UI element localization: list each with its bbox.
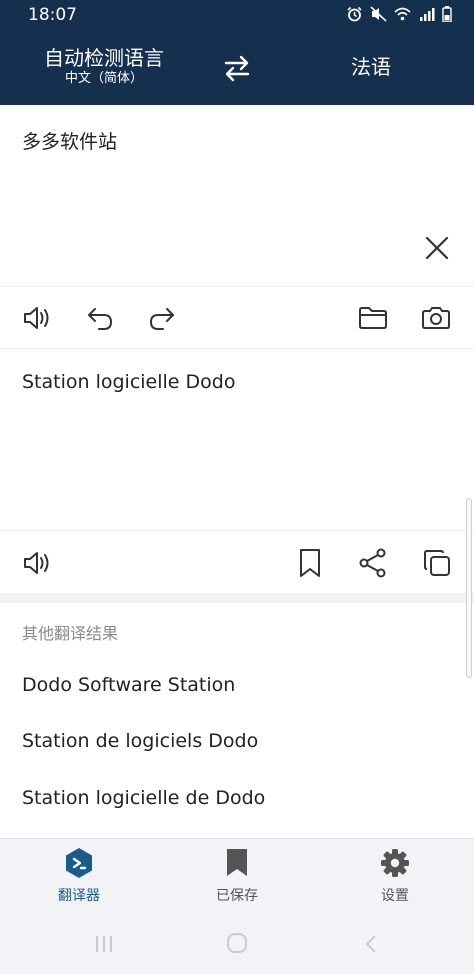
source-text-area[interactable]: 多多软件站 (0, 105, 474, 286)
section-divider (0, 593, 474, 603)
mute-icon (370, 6, 387, 22)
back-button[interactable] (360, 933, 382, 959)
swap-languages-button[interactable] (222, 54, 252, 82)
translation-toolbar (0, 530, 474, 593)
nav-translator-label: 翻译器 (58, 888, 100, 904)
recents-button[interactable] (93, 933, 115, 959)
scrollbar[interactable] (466, 498, 472, 678)
camera-translate-button[interactable] (420, 302, 452, 334)
translation-text: Station logicielle Dodo (22, 371, 236, 393)
language-header: 自动检测语言 中文（简体） 法语 (0, 32, 474, 105)
recents-icon (96, 936, 112, 952)
bottom-navigation: 翻译器 已保存 设置 (0, 838, 474, 916)
status-time: 18:07 (28, 5, 77, 25)
copy-icon (424, 550, 450, 576)
folder-icon (359, 307, 387, 329)
alternative-translation-item[interactable]: Dodo Software Station (22, 674, 235, 696)
alternatives-header: 其他翻译结果 (22, 624, 119, 643)
system-navigation-bar (0, 916, 474, 974)
detected-language-label: 中文（简体） (64, 71, 143, 86)
alarm-icon (346, 6, 363, 22)
copy-translation-button[interactable] (421, 547, 453, 579)
gear-icon (381, 849, 409, 877)
home-icon (227, 933, 247, 953)
source-text[interactable]: 多多软件站 (22, 127, 117, 154)
open-file-button[interactable] (357, 302, 389, 334)
alternative-translation-item[interactable]: Station de logiciels Dodo (22, 730, 258, 752)
nav-translator[interactable]: 翻译器 (29, 847, 129, 905)
back-icon (365, 935, 376, 953)
undo-icon (88, 308, 113, 330)
swap-arrows-icon (224, 55, 250, 82)
nav-saved[interactable]: 已保存 (187, 847, 287, 905)
close-icon (425, 236, 449, 260)
speaker-icon (24, 552, 49, 574)
save-translation-button[interactable] (294, 547, 326, 579)
source-language-selector[interactable]: 自动检测语言 中文（简体） (36, 46, 172, 87)
speak-source-button[interactable] (21, 302, 53, 334)
nav-settings[interactable]: 设置 (345, 847, 445, 905)
clear-input-button[interactable] (422, 233, 452, 263)
camera-icon (422, 307, 450, 329)
status-bar: 18:07 (0, 0, 474, 32)
source-toolbar (0, 286, 474, 349)
source-language-label: 自动检测语言 (44, 46, 164, 70)
bookmark-icon (227, 849, 247, 876)
alternative-translation-item[interactable]: Station logicielle de Dodo (22, 787, 265, 809)
speaker-icon (24, 307, 49, 329)
redo-button[interactable] (146, 302, 178, 334)
share-translation-button[interactable] (357, 547, 389, 579)
signal-icon (418, 6, 435, 22)
target-language-selector[interactable]: 法语 (330, 54, 412, 80)
undo-button[interactable] (84, 302, 116, 334)
translator-icon (66, 848, 92, 878)
bookmark-icon (300, 549, 320, 577)
share-icon (359, 548, 386, 578)
status-icons (346, 6, 452, 23)
nav-saved-label: 已保存 (216, 888, 258, 904)
redo-icon (149, 308, 174, 330)
battery-icon (442, 6, 452, 23)
nav-settings-label: 设置 (381, 888, 409, 904)
home-button[interactable] (226, 932, 248, 958)
translation-output-area: Station logicielle Dodo (0, 349, 474, 530)
wifi-icon (394, 6, 411, 22)
speak-translation-button[interactable] (21, 547, 53, 579)
